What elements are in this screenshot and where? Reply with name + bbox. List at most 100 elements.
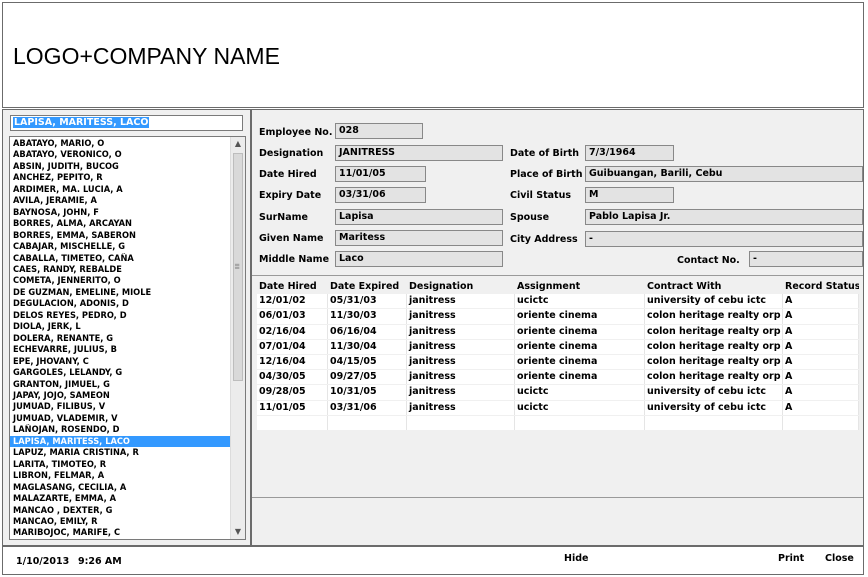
employee-list-item[interactable]: EPE, JHOVANY, C: [10, 356, 232, 367]
cell-date-expired: 05/31/03: [328, 294, 407, 309]
employee-list-item[interactable]: BORRES, ALMA, ARCAYAN: [10, 218, 232, 229]
employee-list-item[interactable]: MANCAO , DEXTER, G: [10, 505, 232, 516]
employee-list-item[interactable]: JUMUAD, VLADEMIR, V: [10, 413, 232, 424]
cell-contract-with: university of cebu ictc: [645, 400, 783, 415]
scroll-up-arrow-icon[interactable]: ▲: [231, 137, 245, 151]
date-hired-field[interactable]: 11/01/05: [335, 166, 426, 182]
middle-name-field[interactable]: Laco: [335, 251, 503, 267]
employee-list-item[interactable]: LAÑOJAN, ROSENDO, D: [10, 424, 232, 435]
table-row[interactable]: 09/28/05 10/31/05 janitress ucictc universit…: [257, 385, 859, 401]
company-logo-text: LOGO+COMPANY NAME: [13, 43, 280, 69]
table-row[interactable]: 12/16/04 04/15/05 janitress oriente cinema c…: [257, 354, 859, 371]
place-of-birth-field[interactable]: Guibuangan, Barili, Cebu: [585, 166, 863, 182]
cell-designation: janitress: [407, 309, 515, 324]
cell-date-hired: 07/01/04: [257, 339, 328, 354]
employee-list-item[interactable]: COMETA, JENNERITO, O: [10, 275, 232, 286]
employee-list-item[interactable]: BAYNOSA, JOHN, F: [10, 207, 232, 218]
cell-designation: [407, 415, 515, 430]
employee-list-item[interactable]: JUMUAD, FILIBUS, V: [10, 401, 232, 412]
column-header-date-hired[interactable]: Date Hired: [257, 280, 328, 294]
print-button[interactable]: Print: [778, 553, 804, 564]
date-of-birth-field[interactable]: 7/3/1964: [585, 145, 674, 161]
table-row[interactable]: [257, 415, 859, 431]
cell-contract-with: colon heritage realty orp: [645, 354, 783, 370]
employee-list-item[interactable]: ABATAYO, MARIO, O: [10, 138, 232, 149]
employee-list-item[interactable]: DELOS REYES, PEDRO, D: [10, 310, 232, 321]
date-hired-label: Date Hired: [259, 169, 317, 180]
city-address-field[interactable]: -: [585, 231, 863, 247]
employee-list-item[interactable]: DEGULACION, ADONIS, D: [10, 298, 232, 309]
current-time: 9:26 AM: [78, 556, 122, 567]
table-row[interactable]: 02/16/04 06/16/04 janitress oriente cinema c…: [257, 324, 859, 340]
employee-list-item[interactable]: ABATAYO, VERONICO, O: [10, 149, 232, 160]
employee-search-input[interactable]: LAPISA, MARITESS, LACO: [10, 115, 243, 131]
cell-date-expired: 03/31/06: [328, 400, 407, 415]
column-header-assignment[interactable]: Assignment: [515, 280, 645, 294]
table-row[interactable]: 12/01/02 05/31/03 janitress ucictc universit…: [257, 294, 859, 310]
employee-list-item[interactable]: MALAZARTE, EMMA, A: [10, 493, 232, 504]
cell-contract-with: colon heritage realty orp: [645, 370, 783, 385]
column-header-date-expired[interactable]: Date Expired: [328, 280, 407, 294]
close-button[interactable]: Close: [825, 553, 854, 564]
expiry-date-field[interactable]: 03/31/06: [335, 187, 426, 203]
employee-list-item[interactable]: ARDIMER, MA. LUCIA, A: [10, 184, 232, 195]
scroll-down-arrow-icon[interactable]: ▼: [231, 525, 245, 539]
designation-field[interactable]: JANITRESS: [335, 145, 503, 161]
table-row[interactable]: 06/01/03 11/30/03 janitress oriente cinema c…: [257, 309, 859, 325]
employee-list-item[interactable]: DIOLA, JERK, L: [10, 321, 232, 332]
employee-list-item[interactable]: LARITA, TIMOTEO, R: [10, 459, 232, 470]
column-header-record-status[interactable]: Record Status: [783, 280, 859, 294]
cell-date-hired: 11/01/05: [257, 400, 328, 415]
cell-assignment: ucictc: [515, 294, 645, 309]
employee-list-item[interactable]: ABSIN, JUDITH, BUCOG: [10, 161, 232, 172]
employee-list-item[interactable]: MANCAO, EMILY, R: [10, 516, 232, 527]
list-vertical-scrollbar[interactable]: ▲ ═ ═ ▼: [230, 137, 245, 539]
employee-list-item[interactable]: DE GUZMAN, EMELINE, MIOLE: [10, 287, 232, 298]
employee-no-field[interactable]: 028: [335, 123, 423, 139]
employee-list-item[interactable]: LIBRON, FELMAR, A: [10, 470, 232, 481]
employee-list-item[interactable]: GRANTON, JIMUEL, G: [10, 379, 232, 390]
date-of-birth-label: Date of Birth: [510, 148, 580, 159]
scroll-thumb[interactable]: ═ ═: [233, 153, 243, 381]
cell-date-hired: 12/01/02: [257, 294, 328, 309]
given-name-field[interactable]: Maritess: [335, 230, 503, 246]
designation-label: Designation: [259, 148, 324, 159]
cell-assignment: [515, 415, 645, 430]
employee-list-item[interactable]: CABALLA, TIMETEO, CAÑA: [10, 253, 232, 264]
hide-button[interactable]: Hide: [564, 553, 588, 564]
column-header-designation[interactable]: Designation: [407, 280, 515, 294]
employee-list-item[interactable]: LAPUZ, MARIA CRISTINA, R: [10, 447, 232, 458]
cell-date-expired: [328, 415, 407, 430]
employee-list-item[interactable]: BORRES, EMMA, SABERON: [10, 230, 232, 241]
spouse-label: Spouse: [510, 212, 550, 223]
employment-history-grid[interactable]: Date Hired Date Expired Designation Assi…: [257, 280, 859, 431]
employee-list-item[interactable]: ANCHEZ, PEPITO, R: [10, 172, 232, 183]
employee-list-item[interactable]: DOLERA, RENANTE, G: [10, 333, 232, 344]
contact-no-field[interactable]: -: [749, 251, 863, 267]
current-date: 1/10/2013: [16, 556, 70, 567]
table-row[interactable]: 04/30/05 09/27/05 janitress oriente cinema c…: [257, 370, 859, 386]
employee-list-item[interactable]: JAPAY, JOJO, SAMEON: [10, 390, 232, 401]
cell-date-hired: 06/01/03: [257, 309, 328, 324]
employee-list-item[interactable]: ECHEVARRE, JULIUS, B: [10, 344, 232, 355]
table-row[interactable]: 07/01/04 11/30/04 janitress oriente cinema c…: [257, 339, 859, 355]
civil-status-field[interactable]: M: [585, 187, 674, 203]
table-row[interactable]: 11/01/05 03/31/06 janitress ucictc universit…: [257, 400, 859, 416]
cell-designation: janitress: [407, 400, 515, 415]
scroll-grip-icon: ═ ═: [235, 261, 240, 272]
employee-list-item[interactable]: LAPISA, MARITESS, LACO: [10, 435, 232, 448]
spouse-field[interactable]: Pablo Lapisa Jr.: [585, 209, 863, 225]
employee-list: ABATAYO, MARIO, O ABATAYO, VERONICO, O ABS…: [10, 138, 232, 539]
cell-record-status: A: [783, 385, 859, 400]
employee-list-item[interactable]: GARGOLES, LELANDY, G: [10, 367, 232, 378]
cell-assignment: oriente cinema: [515, 370, 645, 385]
column-header-contract-with[interactable]: Contract With: [645, 280, 783, 294]
cell-contract-with: [645, 415, 783, 430]
employee-list-item[interactable]: MARIBOJOC, MARIFE, C: [10, 527, 232, 538]
surname-field[interactable]: Lapisa: [335, 209, 503, 225]
employee-list-item[interactable]: CAES, RANDY, REBALDE: [10, 264, 232, 275]
employee-list-item[interactable]: CABAJAR, MISCHELLE, G: [10, 241, 232, 252]
employee-listbox[interactable]: ABATAYO, MARIO, O ABATAYO, VERONICO, O ABS…: [9, 136, 246, 540]
employee-list-item[interactable]: AVILA, JERAMIE, A: [10, 195, 232, 206]
employee-list-item[interactable]: MAGLASANG, CECILIA, A: [10, 482, 232, 493]
